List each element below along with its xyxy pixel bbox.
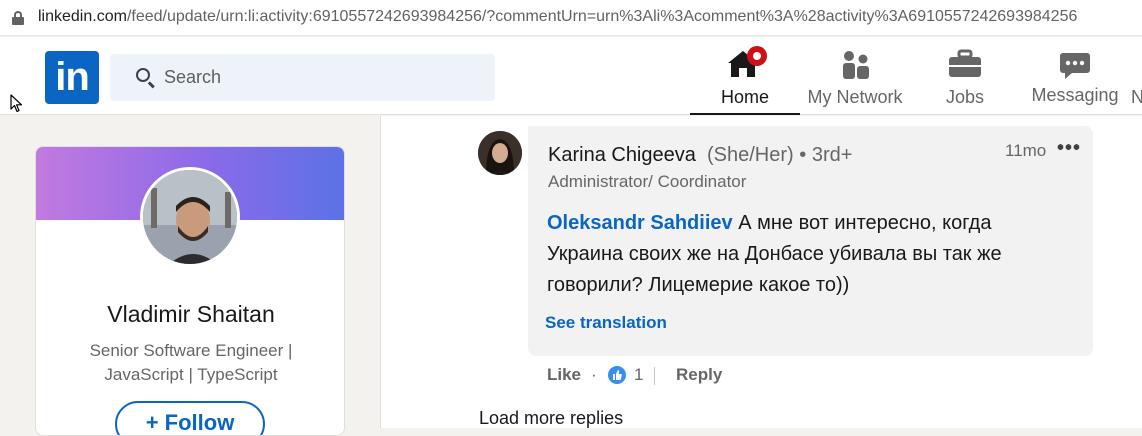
more-options-icon[interactable]: ••• [1057, 137, 1081, 160]
search-icon [136, 68, 150, 82]
nav-my-network-label: My Network [807, 87, 903, 107]
search-input[interactable] [164, 54, 484, 101]
commenter-photo [478, 131, 522, 175]
like-reaction-icon[interactable] [608, 366, 626, 384]
comment-text: Oleksandr Sahdiiev А мне вот интересно, … [547, 208, 1067, 301]
search-box[interactable] [110, 54, 495, 101]
profile-avatar[interactable] [140, 167, 240, 267]
browser-url-bar[interactable]: linkedin.com/feed/update/urn:li:activity… [0, 0, 1142, 36]
nav-notifications-label: N [1131, 87, 1142, 107]
like-button[interactable]: Like [547, 365, 581, 385]
nav-messaging-label: Messaging [1031, 85, 1119, 105]
profile-headline: Senior Software Engineer | JavaScript | … [89, 341, 293, 384]
comment-author-name[interactable]: Karina Chigeeva [548, 144, 696, 166]
profile-photo [143, 170, 237, 264]
comment-timestamp: 11mo [1005, 141, 1047, 160]
follow-button[interactable]: + Follow [115, 401, 265, 435]
home-icon [728, 46, 767, 77]
messaging-icon [1060, 53, 1090, 79]
url-host: linkedin.com [38, 8, 127, 25]
action-separator-dot: · [591, 365, 597, 384]
lock-icon [12, 11, 24, 25]
mention-link[interactable]: Oleksandr Sahdiiev [547, 212, 733, 234]
comment-author-headline: Administrator/ Coordinator [548, 172, 747, 191]
reply-button[interactable]: Reply [676, 365, 722, 385]
url-text[interactable]: linkedin.com/feed/update/urn:li:activity… [38, 8, 1077, 26]
mouse-cursor-icon [10, 94, 23, 113]
nav-home[interactable]: Home [690, 37, 800, 115]
nav-jobs-label: Jobs [945, 87, 985, 107]
connection-degree: • 3rd+ [799, 144, 853, 166]
nav-messaging[interactable]: Messaging [1025, 37, 1125, 115]
action-divider [654, 367, 655, 385]
nav-home-label: Home [720, 87, 769, 107]
commenter-avatar[interactable] [478, 131, 522, 175]
load-more-replies-button[interactable]: Load more replies [479, 408, 623, 429]
reaction-count[interactable]: 1 [634, 365, 643, 385]
linkedin-logo[interactable]: in [45, 51, 99, 104]
briefcase-icon [949, 49, 981, 77]
url-path: /feed/update/urn:li:activity:69105572426… [126, 8, 1078, 25]
network-icon [843, 51, 869, 79]
nav-my-network[interactable]: My Network [800, 37, 910, 115]
profile-name[interactable]: Vladimir Shaitan [36, 301, 344, 328]
comment-author-pronouns: (She/Her) [707, 144, 794, 166]
see-translation-link[interactable]: See translation [545, 313, 667, 333]
comment-author-line: Karina Chigeeva (She/Her) • 3rd+ [548, 144, 852, 167]
nav-notifications[interactable]: N [1131, 37, 1142, 115]
nav-jobs[interactable]: Jobs [920, 37, 1010, 115]
profile-card: Vladimir Shaitan Senior Software Enginee… [35, 146, 345, 436]
top-navbar: in Home My Network Jobs [0, 37, 1142, 115]
